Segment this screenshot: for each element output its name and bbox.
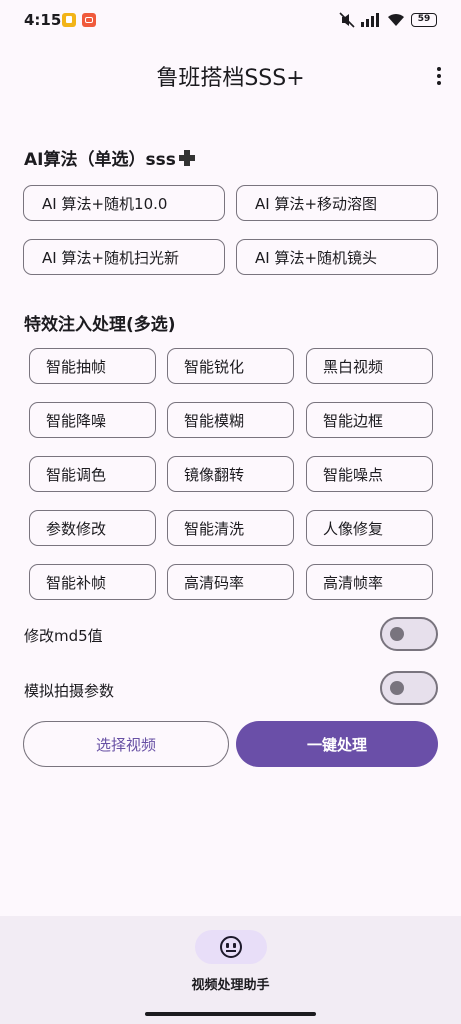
- chip-label: 高清码率: [184, 573, 245, 592]
- chip-label: 智能噪点: [323, 465, 384, 484]
- effect-chip[interactable]: 智能噪点: [306, 456, 433, 492]
- shoot-params-switch-label: 模拟拍摄参数: [24, 682, 115, 700]
- effect-chip[interactable]: 智能边框: [306, 402, 433, 438]
- chip-label: 智能锐化: [184, 357, 245, 376]
- chip-label: 智能抽帧: [46, 357, 107, 376]
- plus-icon: [178, 149, 196, 167]
- chip-label: 智能清洗: [184, 519, 245, 538]
- effect-chip[interactable]: 黑白视频: [306, 348, 433, 384]
- effect-chip[interactable]: 智能锐化: [167, 348, 294, 384]
- chip-label: AI 算法+随机10.0: [42, 194, 168, 213]
- effect-chip[interactable]: 镜像翻转: [167, 456, 294, 492]
- shoot-params-switch[interactable]: [380, 671, 438, 705]
- algo-section-title: AI算法（单选）sss: [24, 145, 196, 170]
- page-title: 鲁班搭档SSS+: [156, 66, 305, 91]
- effect-chip[interactable]: 高清帧率: [306, 564, 433, 600]
- switch-thumb: [390, 681, 404, 695]
- md5-switch-label: 修改md5值: [24, 627, 103, 645]
- chip-label: 镜像翻转: [184, 465, 245, 484]
- effect-chip[interactable]: 参数修改: [29, 510, 156, 546]
- select-video-button[interactable]: 选择视频: [23, 721, 229, 767]
- chip-label: 参数修改: [46, 519, 107, 538]
- chip-label: 人像修复: [323, 519, 384, 538]
- algo-chip[interactable]: AI 算法+随机镜头: [236, 239, 438, 275]
- switch-thumb: [390, 627, 404, 641]
- algo-chip[interactable]: AI 算法+随机扫光新: [23, 239, 225, 275]
- algo-title-text: AI算法（单选）sss: [24, 150, 176, 170]
- nav-item-label: 视频处理助手: [191, 978, 270, 993]
- chip-label: AI 算法+随机镜头: [255, 248, 378, 267]
- chip-label: 高清帧率: [323, 573, 384, 592]
- battery-icon: 59: [411, 13, 437, 27]
- chip-label: 黑白视频: [323, 357, 384, 376]
- effect-chip[interactable]: 智能模糊: [167, 402, 294, 438]
- algo-chip[interactable]: AI 算法+随机10.0: [23, 185, 225, 221]
- chip-label: 智能边框: [323, 411, 384, 430]
- chip-label: AI 算法+随机扫光新: [42, 248, 180, 267]
- chip-label: 智能降噪: [46, 411, 107, 430]
- home-indicator[interactable]: [145, 1012, 316, 1016]
- effect-chip[interactable]: 智能调色: [29, 456, 156, 492]
- signal-icon: [361, 13, 379, 27]
- effect-chip[interactable]: 智能抽帧: [29, 348, 156, 384]
- effect-chip[interactable]: 智能清洗: [167, 510, 294, 546]
- md5-switch[interactable]: [380, 617, 438, 651]
- chip-label: 智能模糊: [184, 411, 245, 430]
- one-click-process-button[interactable]: 一键处理: [236, 721, 438, 767]
- effect-chip[interactable]: 智能补帧: [29, 564, 156, 600]
- status-time: 4:15: [24, 11, 62, 29]
- notification-shop-icon: [82, 13, 96, 27]
- wifi-icon: [388, 13, 404, 26]
- nav-item-video-helper[interactable]: [195, 930, 267, 964]
- chip-label: 智能补帧: [46, 573, 107, 592]
- effects-section-title: 特效注入处理(多选): [24, 315, 176, 335]
- status-bar: 4:15 59: [0, 0, 461, 40]
- mute-icon: [339, 12, 355, 28]
- bottom-navigation: 视频处理助手: [0, 916, 461, 1024]
- chip-label: AI 算法+移动溶图: [255, 194, 378, 213]
- notification-app-icon: [62, 13, 76, 27]
- more-options-icon[interactable]: [431, 62, 447, 90]
- face-icon: [220, 936, 242, 958]
- effect-chip[interactable]: 智能降噪: [29, 402, 156, 438]
- status-icons: 59: [339, 12, 437, 28]
- effect-chip[interactable]: 人像修复: [306, 510, 433, 546]
- algo-chip[interactable]: AI 算法+移动溶图: [236, 185, 438, 221]
- app-bar: 鲁班搭档SSS+: [0, 56, 461, 96]
- effect-chip[interactable]: 高清码率: [167, 564, 294, 600]
- chip-label: 智能调色: [46, 465, 107, 484]
